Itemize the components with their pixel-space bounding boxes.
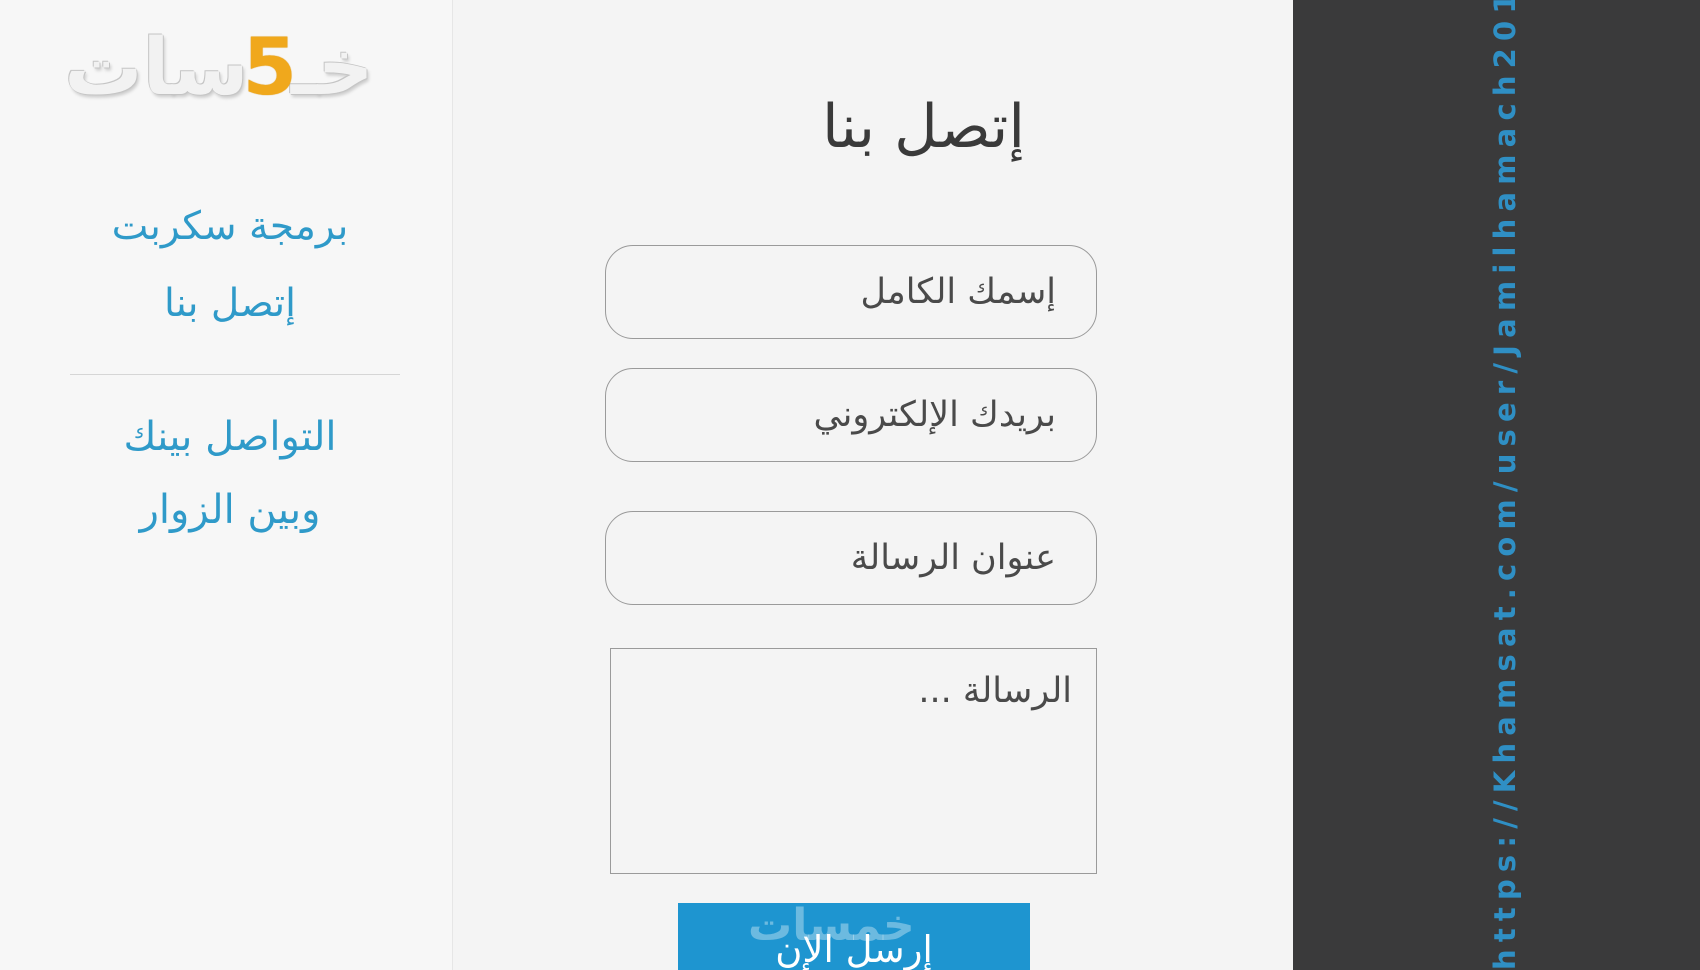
- vertical-profile-url: https://Khamsat.com/user/Jamilhamach2014: [1488, 0, 1522, 970]
- contact-form-area: إتصل بنا إرسل الإن خمسات: [454, 0, 1293, 970]
- page-title: إتصل بنا: [822, 92, 1025, 162]
- sidebar-link-script-programming[interactable]: برمجة سكربت: [20, 204, 440, 249]
- message-textarea[interactable]: [610, 648, 1097, 874]
- subject-input[interactable]: [605, 511, 1097, 605]
- logo-text-end: سات: [64, 22, 249, 113]
- sidebar-link-contact-us[interactable]: إتصل بنا: [20, 281, 440, 326]
- sidebar-divider: [70, 374, 400, 375]
- sidebar: خـ 5 سات برمجة سكربت إتصل بنا التواصل بينك…: [0, 0, 453, 970]
- logo-digit: 5: [242, 22, 297, 113]
- logo-text-start: خـ: [290, 22, 374, 113]
- email-input[interactable]: [605, 368, 1097, 462]
- khamsat-logo[interactable]: خـ 5 سات: [14, 20, 424, 115]
- send-button[interactable]: إرسل الإن: [678, 903, 1030, 970]
- sidebar-tagline: التواصل بينك وبين الزوار: [123, 414, 337, 533]
- full-name-input[interactable]: [605, 245, 1097, 339]
